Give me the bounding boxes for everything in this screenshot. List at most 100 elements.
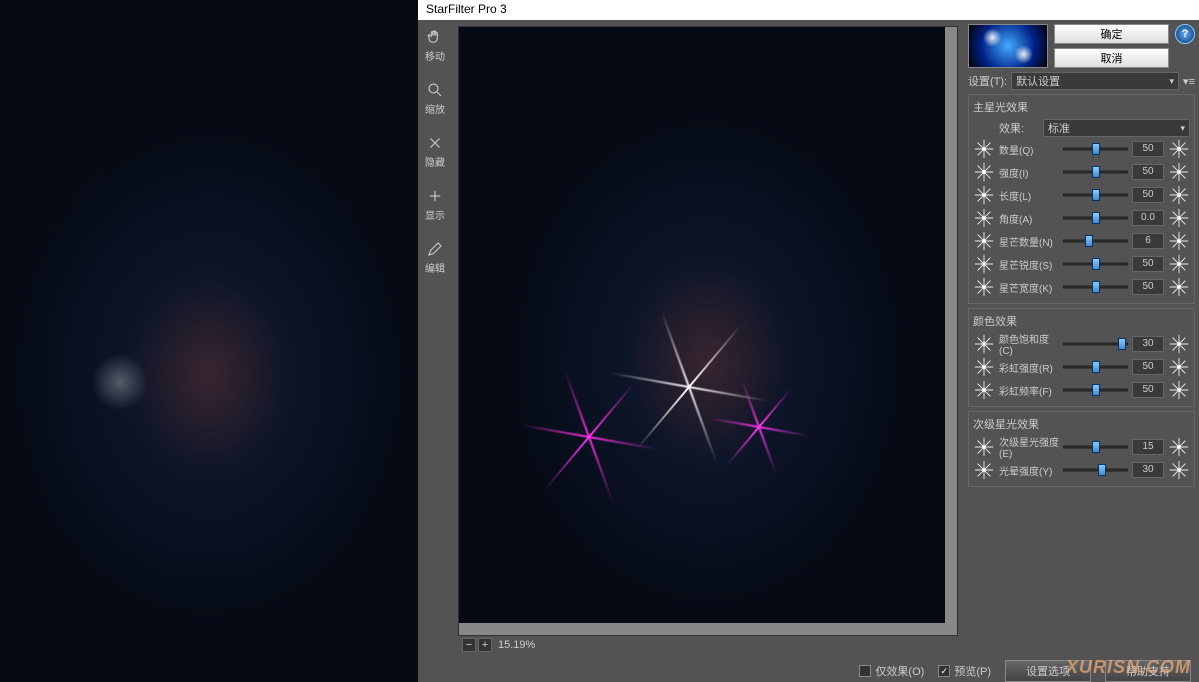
slider-main-4[interactable] bbox=[1063, 234, 1128, 248]
slider-label: 强度(I) bbox=[999, 165, 1059, 180]
tool-zoom[interactable]: 缩放 bbox=[425, 81, 445, 116]
slider-label: 数量(Q) bbox=[999, 142, 1059, 157]
tool-label: 显示 bbox=[425, 207, 445, 222]
star-preset-icon[interactable] bbox=[973, 138, 995, 160]
checkbox-icon: ✓ bbox=[938, 665, 950, 677]
slider-value[interactable]: 0.0 bbox=[1132, 210, 1164, 226]
group-main-star: 主星光效果 效果: 标准▾ 数量(Q) 50 强度(I) 50 长度(L) 50… bbox=[968, 94, 1195, 304]
slider-value[interactable]: 50 bbox=[1132, 164, 1164, 180]
star-preset-icon[interactable] bbox=[973, 230, 995, 252]
star-preset-icon[interactable] bbox=[973, 356, 995, 378]
slider-row: 彩虹频率(F) 50 bbox=[973, 379, 1190, 401]
slider-row: 数量(Q) 50 bbox=[973, 138, 1190, 160]
slider-main-3[interactable] bbox=[1063, 211, 1128, 225]
status-bar: −+ 15.19% bbox=[458, 636, 958, 654]
settings-value: 默认设置 bbox=[1016, 73, 1060, 89]
star-preset-icon[interactable] bbox=[973, 436, 995, 458]
star-preset-icon[interactable] bbox=[973, 184, 995, 206]
effect-only-checkbox[interactable]: 仅效果(O) bbox=[859, 663, 924, 679]
effect-dropdown[interactable]: 标准 ▾ bbox=[1043, 119, 1190, 137]
star-preset-icon[interactable] bbox=[973, 459, 995, 481]
slider-main-1[interactable] bbox=[1063, 165, 1128, 179]
tool-show[interactable]: 显示 bbox=[425, 187, 445, 222]
pencil-icon bbox=[426, 240, 444, 258]
slider-label: 长度(L) bbox=[999, 188, 1059, 203]
slider-value[interactable]: 50 bbox=[1132, 187, 1164, 203]
plugin-window: StarFilter Pro 3 移动 缩放 隐藏 显示 编辑 −+ bbox=[418, 0, 1199, 682]
star-preview-icon[interactable] bbox=[1168, 184, 1190, 206]
star-preset-icon[interactable] bbox=[973, 276, 995, 298]
cancel-button[interactable]: 取消 bbox=[1054, 48, 1169, 68]
star-preview-icon[interactable] bbox=[1168, 333, 1190, 355]
slider-value[interactable]: 50 bbox=[1132, 359, 1164, 375]
slider-value[interactable]: 30 bbox=[1132, 336, 1164, 352]
preview-checkbox[interactable]: ✓预览(P) bbox=[938, 663, 991, 679]
scrollbar-vertical[interactable] bbox=[945, 27, 957, 635]
chevron-down-icon: ▾ bbox=[1180, 123, 1185, 134]
slider-value[interactable]: 50 bbox=[1132, 256, 1164, 272]
tool-label: 移动 bbox=[425, 48, 445, 63]
slider-main-5[interactable] bbox=[1063, 257, 1128, 271]
checkbox-icon bbox=[859, 665, 871, 677]
slider-color-2[interactable] bbox=[1063, 383, 1128, 397]
menu-icon[interactable]: ▾≡ bbox=[1183, 75, 1195, 88]
magnifier-icon bbox=[426, 81, 444, 99]
slider-sec-1[interactable] bbox=[1063, 463, 1128, 477]
slider-main-2[interactable] bbox=[1063, 188, 1128, 202]
ok-button[interactable]: 确定 bbox=[1054, 24, 1169, 44]
group-color: 颜色效果 颜色饱和度(C) 30 彩虹强度(R) 50 彩虹频率(F) 50 bbox=[968, 308, 1195, 407]
star-preset-icon[interactable] bbox=[973, 379, 995, 401]
tool-label: 隐藏 bbox=[425, 154, 445, 169]
preview-canvas[interactable] bbox=[458, 26, 958, 636]
star-preview-icon[interactable] bbox=[1168, 253, 1190, 275]
star-preview-icon[interactable] bbox=[1168, 230, 1190, 252]
preset-thumbnail[interactable] bbox=[968, 24, 1048, 68]
star-preset-icon[interactable] bbox=[973, 161, 995, 183]
plus-icon bbox=[426, 187, 444, 205]
star-preview-icon[interactable] bbox=[1168, 379, 1190, 401]
slider-value[interactable]: 30 bbox=[1132, 462, 1164, 478]
effect-label: 效果: bbox=[999, 120, 1039, 136]
zoom-level: 15.19% bbox=[498, 639, 535, 651]
slider-row: 彩虹强度(R) 50 bbox=[973, 356, 1190, 378]
slider-value[interactable]: 15 bbox=[1132, 439, 1164, 455]
slider-main-0[interactable] bbox=[1063, 142, 1128, 156]
group-title: 次级星光效果 bbox=[973, 416, 1190, 432]
star-preset-icon[interactable] bbox=[973, 207, 995, 229]
settings-dropdown[interactable]: 默认设置 ▾ bbox=[1011, 72, 1179, 90]
slider-main-6[interactable] bbox=[1063, 280, 1128, 294]
help-button[interactable]: ? bbox=[1175, 24, 1195, 44]
title-bar: StarFilter Pro 3 bbox=[418, 0, 1199, 20]
slider-sec-0[interactable] bbox=[1063, 440, 1128, 454]
slider-color-0[interactable] bbox=[1063, 337, 1128, 351]
slider-value[interactable]: 6 bbox=[1132, 233, 1164, 249]
tool-move[interactable]: 移动 bbox=[425, 28, 445, 63]
star-preset-icon[interactable] bbox=[973, 333, 995, 355]
tool-label: 编辑 bbox=[425, 260, 445, 275]
star-preview-icon[interactable] bbox=[1168, 356, 1190, 378]
slider-row: 星芒数量(N) 6 bbox=[973, 230, 1190, 252]
star-preview-icon[interactable] bbox=[1168, 207, 1190, 229]
slider-row: 星芒宽度(K) 50 bbox=[973, 276, 1190, 298]
star-preview-icon[interactable] bbox=[1168, 138, 1190, 160]
slider-row: 角度(A) 0.0 bbox=[973, 207, 1190, 229]
slider-value[interactable]: 50 bbox=[1132, 382, 1164, 398]
zoom-in-button[interactable]: + bbox=[478, 638, 492, 652]
preview-area: −+ 15.19% bbox=[452, 20, 964, 660]
effect-value: 标准 bbox=[1048, 120, 1070, 136]
slider-value[interactable]: 50 bbox=[1132, 141, 1164, 157]
star-preview-icon[interactable] bbox=[1168, 459, 1190, 481]
slider-row: 强度(I) 50 bbox=[973, 161, 1190, 183]
chevron-down-icon: ▾ bbox=[1170, 76, 1175, 87]
scrollbar-horizontal[interactable] bbox=[459, 623, 957, 635]
slider-color-1[interactable] bbox=[1063, 360, 1128, 374]
star-preset-icon[interactable] bbox=[973, 253, 995, 275]
tool-hide[interactable]: 隐藏 bbox=[425, 134, 445, 169]
star-preview-icon[interactable] bbox=[1168, 161, 1190, 183]
tool-edit[interactable]: 编辑 bbox=[425, 240, 445, 275]
star-preview-icon[interactable] bbox=[1168, 436, 1190, 458]
slider-value[interactable]: 50 bbox=[1132, 279, 1164, 295]
zoom-out-button[interactable]: − bbox=[462, 638, 476, 652]
star-preview-icon[interactable] bbox=[1168, 276, 1190, 298]
slider-label: 光晕强度(Y) bbox=[999, 463, 1059, 478]
